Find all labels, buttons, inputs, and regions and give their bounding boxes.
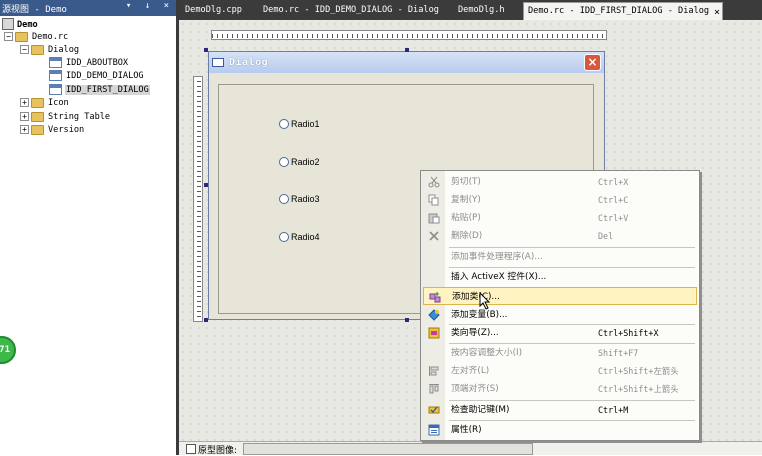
dialog-resource-icon bbox=[49, 70, 62, 81]
prototype-image-bar: 原型图像: bbox=[179, 441, 762, 456]
tree-item-rc[interactable]: − Demo.rc bbox=[4, 31, 69, 44]
delete-icon bbox=[429, 231, 439, 241]
resize-handle[interactable] bbox=[204, 183, 208, 187]
dialog-title: Dialog bbox=[229, 57, 269, 68]
expand-toggle-icon[interactable]: + bbox=[20, 112, 29, 121]
tree-item-demo-dialog[interactable]: IDD_DEMO_DIALOG bbox=[49, 70, 145, 83]
panel-title: 源视图 - Demo bbox=[2, 5, 67, 15]
add-variable-icon bbox=[428, 309, 440, 321]
dialog-resource-icon bbox=[49, 57, 62, 68]
dialog-resource-icon bbox=[49, 84, 62, 95]
menu-item-class-wizard[interactable]: 类向导(Z)... Ctrl+Shift+X bbox=[423, 324, 697, 342]
window-icon bbox=[212, 58, 224, 67]
expand-toggle-icon[interactable]: + bbox=[20, 125, 29, 134]
vertical-ruler[interactable] bbox=[193, 76, 203, 322]
document-tab-bar: DemoDlg.cpp Demo.rc - IDD_DEMO_DIALOG - … bbox=[179, 0, 762, 20]
menu-item-add-class[interactable]: 添加类(C)... bbox=[423, 287, 697, 305]
menu-item-align-top[interactable]: 顶端对齐(S) Ctrl+Shift+上箭头 bbox=[423, 380, 697, 398]
menu-item-copy[interactable]: 复制(Y) Ctrl+C bbox=[423, 191, 697, 209]
expand-toggle-icon[interactable]: + bbox=[20, 98, 29, 107]
collapse-toggle-icon[interactable]: − bbox=[4, 32, 13, 41]
folder-icon bbox=[31, 44, 44, 55]
tree-item-first-dialog[interactable]: IDD_FIRST_DIALOG bbox=[49, 84, 150, 97]
tree-item-project[interactable]: Demo bbox=[2, 18, 39, 31]
radio-circle-icon bbox=[279, 193, 289, 204]
prototype-image-field[interactable] bbox=[243, 443, 533, 455]
menu-item-insert-activex[interactable]: 插入 ActiveX 控件(X)... bbox=[423, 268, 697, 286]
tab-demodlg-h[interactable]: DemoDlg.h bbox=[454, 2, 509, 20]
tab-first-dialog[interactable]: Demo.rc - IDD_FIRST_DIALOG - Dialog × bbox=[523, 2, 723, 20]
add-class-icon bbox=[429, 292, 441, 303]
menu-item-paste[interactable]: 粘贴(P) Ctrl+V bbox=[423, 209, 697, 227]
context-menu: 剪切(T) Ctrl+X 复制(Y) Ctrl+C 粘贴(P) Ctrl+V 删… bbox=[420, 170, 700, 441]
radio-button-1[interactable]: Radio1 bbox=[279, 118, 320, 130]
menu-item-add-event-handler[interactable]: 添加事件处理程序(A)... bbox=[423, 248, 697, 266]
tree-item-icon-folder[interactable]: + Icon bbox=[20, 97, 70, 110]
radio-circle-icon bbox=[279, 231, 289, 242]
mouse-cursor-icon bbox=[479, 292, 491, 310]
resize-handle[interactable] bbox=[204, 318, 208, 322]
folder-icon bbox=[31, 111, 44, 122]
resize-handle[interactable] bbox=[405, 48, 409, 52]
menu-item-align-left[interactable]: 左对齐(L) Ctrl+Shift+左箭头 bbox=[423, 362, 697, 380]
resize-handle[interactable] bbox=[405, 318, 409, 322]
dialog-titlebar: Dialog × bbox=[209, 52, 604, 73]
align-top-icon bbox=[429, 384, 439, 394]
properties-icon bbox=[428, 424, 440, 436]
copy-icon bbox=[428, 194, 439, 206]
radio-circle-icon bbox=[279, 118, 289, 129]
prototype-image-label: 原型图像: bbox=[198, 446, 238, 456]
horizontal-ruler[interactable] bbox=[211, 30, 607, 40]
tab-demo-dialog[interactable]: Demo.rc - IDD_DEMO_DIALOG - Dialog bbox=[259, 2, 443, 20]
scissors-icon bbox=[428, 176, 440, 188]
panel-window-buttons[interactable]: ▾ ↓ × bbox=[126, 1, 173, 11]
align-left-icon bbox=[429, 366, 439, 376]
tree-item-version[interactable]: + Version bbox=[20, 124, 85, 137]
folder-icon bbox=[15, 31, 28, 42]
tab-label: Demo.rc - IDD_FIRST_DIALOG - Dialog bbox=[528, 6, 710, 16]
radio-circle-icon bbox=[279, 156, 289, 167]
check-mnemonics-icon bbox=[428, 406, 440, 414]
folder-icon bbox=[31, 97, 44, 108]
menu-item-size-to-content[interactable]: 按内容调整大小(I) Shift+F7 bbox=[423, 344, 697, 362]
menu-item-add-variable[interactable]: 添加变量(B)... bbox=[423, 306, 697, 324]
collapse-toggle-icon[interactable]: − bbox=[20, 45, 29, 54]
prototype-image-checkbox[interactable] bbox=[186, 444, 196, 454]
close-icon[interactable]: × bbox=[584, 54, 601, 71]
folder-icon bbox=[31, 124, 44, 135]
radio-button-3[interactable]: Radio3 bbox=[279, 193, 320, 205]
menu-item-check-mnemonics[interactable]: 检查助记键(M) Ctrl+M bbox=[423, 401, 697, 419]
resource-view-panel: 源视图 - Demo ▾ ↓ × Demo − Demo.rc − Dialog I… bbox=[0, 0, 176, 455]
tree-item-dialog-folder[interactable]: − Dialog bbox=[20, 44, 80, 57]
close-icon[interactable]: × bbox=[714, 4, 720, 21]
tab-demodlg-cpp[interactable]: DemoDlg.cpp bbox=[181, 2, 246, 20]
overlay-badge: 71 bbox=[0, 336, 16, 364]
menu-item-properties[interactable]: 属性(R) bbox=[423, 421, 697, 439]
menu-item-delete[interactable]: 删除(D) Del bbox=[423, 227, 697, 245]
tree-item-string-table[interactable]: + String Table bbox=[20, 111, 111, 124]
project-icon bbox=[2, 18, 14, 30]
radio-button-4[interactable]: Radio4 bbox=[279, 231, 320, 243]
tree-item-aboutbox[interactable]: IDD_ABOUTBOX bbox=[49, 57, 129, 70]
radio-button-2[interactable]: Radio2 bbox=[279, 156, 320, 168]
paste-icon bbox=[428, 213, 440, 224]
resize-handle[interactable] bbox=[204, 48, 208, 52]
panel-header: 源视图 - Demo ▾ ↓ × bbox=[0, 0, 176, 16]
menu-item-cut[interactable]: 剪切(T) Ctrl+X bbox=[423, 173, 697, 191]
class-wizard-icon bbox=[428, 327, 440, 339]
